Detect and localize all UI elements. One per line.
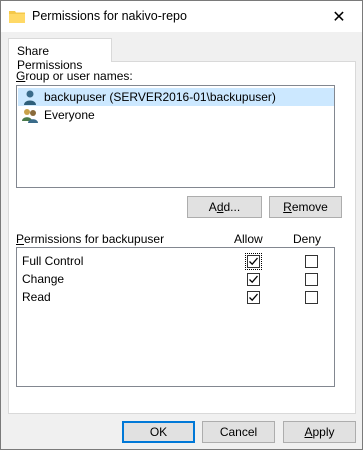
checkmark-icon <box>249 275 258 284</box>
table-row: Full Control <box>22 252 338 270</box>
user-name: Everyone <box>44 108 95 122</box>
users-group-icon <box>22 109 38 123</box>
list-item[interactable]: backupuser (SERVER2016-01\backupuser) <box>18 88 334 106</box>
deny-checkbox[interactable] <box>305 255 318 268</box>
title-bar: Permissions for nakivo-repo ✕ <box>1 1 362 32</box>
close-icon: ✕ <box>332 8 346 26</box>
permissions-dialog: Permissions for nakivo-repo ✕ Share Perm… <box>0 0 363 450</box>
remove-button[interactable]: Remove <box>269 196 342 218</box>
permission-name: Read <box>22 290 51 304</box>
permissions-list: Full Control Change Read <box>16 247 335 387</box>
ok-button[interactable]: OK <box>122 421 195 443</box>
deny-column-header: Deny <box>293 232 322 246</box>
deny-checkbox[interactable] <box>305 273 318 286</box>
permission-name: Full Control <box>22 254 84 268</box>
permissions-label: Permissions for backupuser <box>16 232 165 246</box>
allow-checkbox[interactable] <box>247 273 260 286</box>
checkmark-icon <box>249 257 258 266</box>
window-title: Permissions for nakivo-repo <box>32 9 187 23</box>
cancel-button[interactable]: Cancel <box>202 421 275 443</box>
user-icon <box>24 90 36 105</box>
deny-checkbox[interactable] <box>305 291 318 304</box>
close-button[interactable]: ✕ <box>316 1 362 32</box>
table-row: Change <box>22 270 338 288</box>
users-listbox[interactable]: backupuser (SERVER2016-01\backupuser) Ev… <box>16 85 335 188</box>
permission-name: Change <box>22 272 65 286</box>
allow-column-header: Allow <box>234 232 263 246</box>
checkmark-icon <box>249 293 258 302</box>
apply-button[interactable]: Apply <box>283 421 356 443</box>
tab-panel: Group or user names: backupuser (SERVER2… <box>8 61 356 414</box>
add-button[interactable]: Ad d... <box>187 196 262 218</box>
tab-share-permissions[interactable]: Share Permissions <box>8 38 112 72</box>
allow-checkbox[interactable] <box>245 253 262 270</box>
list-item[interactable]: Everyone <box>18 106 334 124</box>
table-row: Read <box>22 288 338 306</box>
allow-checkbox[interactable] <box>247 291 260 304</box>
folder-icon <box>9 11 25 23</box>
user-name: backupuser (SERVER2016-01\backupuser) <box>44 90 276 104</box>
